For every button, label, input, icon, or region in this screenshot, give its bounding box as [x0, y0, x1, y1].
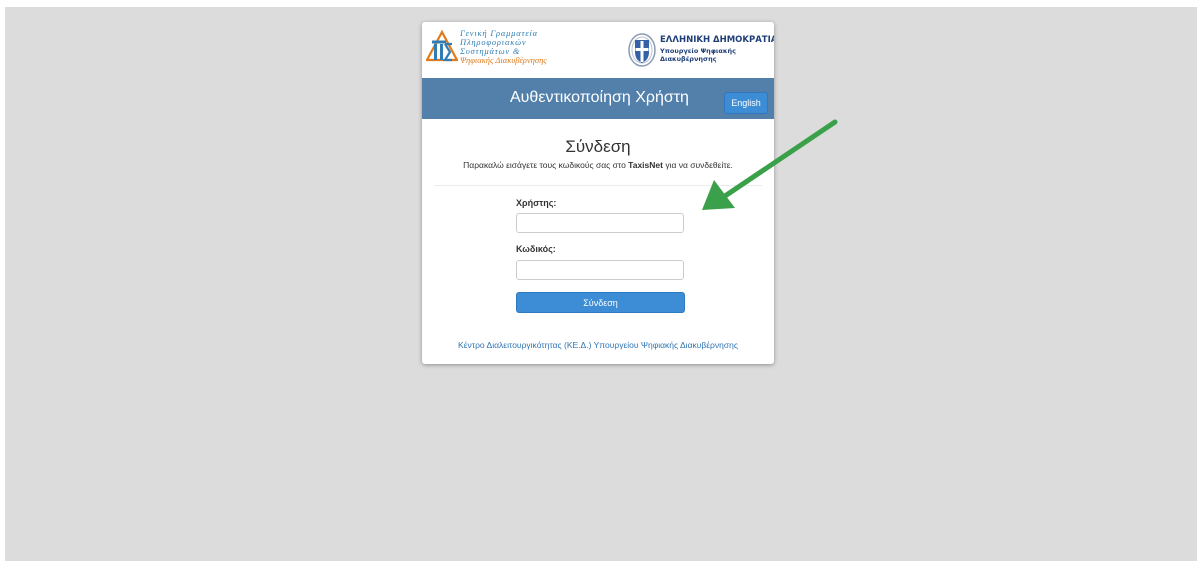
republic-title: ΕΛΛΗΝΙΚΗ ΔΗΜΟΚΡΑΤΙΑ [660, 35, 774, 45]
ministry-line-2: Διακυβέρνησης [660, 54, 717, 63]
ministry-name: Υπουργείο Ψηφιακής Διακυβέρνησης [660, 47, 736, 63]
username-label: Χρήστης: [516, 198, 557, 208]
gsis-line-4: Ψηφιακής Διακυβέρνησης [460, 55, 547, 65]
gsis-logo-icon [426, 30, 458, 62]
gsis-text: Γενική Γραμματεία Πληροφοριακών Συστημάτ… [460, 29, 547, 65]
instructions-text-start: Παρακαλώ εισάγετε τους κωδικούς σας στο [463, 160, 629, 170]
username-input[interactable] [516, 213, 684, 233]
page-title: Αυθεντικοποίηση Χρήστη [510, 89, 689, 106]
gsis-logo: Γενική Γραμματεία Πληροφοριακών Συστημάτ… [426, 28, 576, 72]
greek-crest-icon [628, 33, 656, 67]
password-label: Κωδικός: [516, 244, 556, 254]
login-submit-button[interactable]: Σύνδεση [516, 292, 685, 313]
green-arrow-icon [702, 119, 838, 210]
interoperability-center-link[interactable]: Κέντρο Διαλειτουργικότητας (ΚΕ.Δ.) Υπουρ… [422, 340, 774, 350]
hellenic-republic-logo: ΕΛΛΗΝΙΚΗ ΔΗΜΟΚΡΑΤΙΑ Υπουργείο Ψηφιακής Δ… [627, 32, 774, 72]
instructions-taxisnet: TaxisNet [628, 160, 663, 170]
logo-bar: Γενική Γραμματεία Πληροφοριακών Συστημάτ… [422, 22, 774, 77]
password-input[interactable] [516, 260, 684, 280]
